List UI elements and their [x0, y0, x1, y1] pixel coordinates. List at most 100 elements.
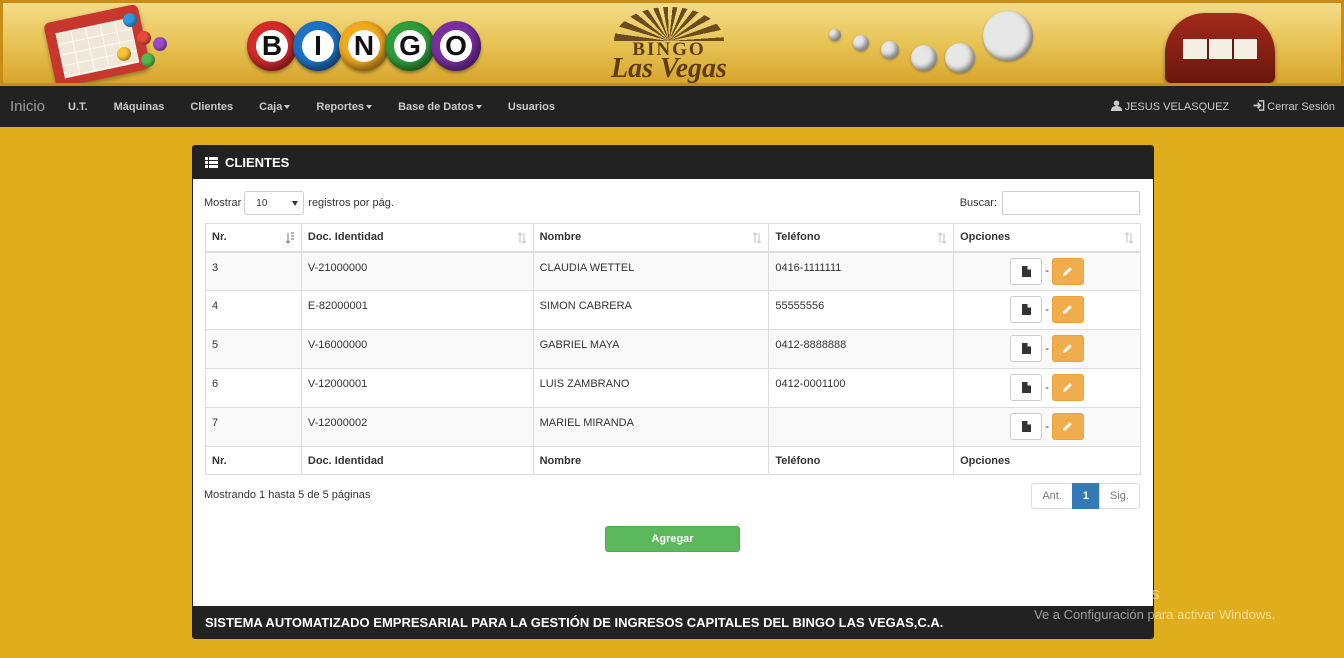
- cell-nr: 7: [205, 407, 302, 447]
- add-client-button[interactable]: Agregar: [605, 526, 740, 552]
- footer-column-nombre: Nombre: [532, 446, 770, 475]
- nav-home-link[interactable]: Inicio: [10, 98, 45, 115]
- bingo-balls-logo: B I N G O: [247, 21, 481, 71]
- file-icon: [1021, 265, 1031, 277]
- edit-client-button[interactable]: [1051, 374, 1084, 401]
- cell-opciones: -: [953, 368, 1141, 408]
- edit-client-button[interactable]: [1051, 257, 1084, 285]
- pencil-icon: [1063, 344, 1073, 353]
- edit-client-button[interactable]: [1051, 335, 1084, 362]
- file-icon: [1021, 343, 1031, 354]
- clients-panel: CLIENTES Mostrar 10 registros por pág. B…: [192, 145, 1154, 639]
- slot-machine-illustration: [1165, 13, 1275, 83]
- logout-icon: [1253, 100, 1265, 111]
- list-icon: [205, 157, 218, 168]
- pagination-next-button[interactable]: Sig.: [1099, 483, 1140, 509]
- sort-icon: [937, 232, 947, 244]
- view-client-button[interactable]: [1010, 257, 1043, 285]
- bingo-ball-g: G: [385, 21, 435, 71]
- edit-client-button[interactable]: [1051, 296, 1084, 323]
- pencil-icon: [1063, 383, 1073, 392]
- nav-item-maquinas[interactable]: Máquinas: [101, 101, 178, 113]
- cell-opciones: -: [953, 251, 1141, 291]
- nav-item-base-de-datos-dropdown[interactable]: Base de Datos: [385, 101, 495, 113]
- nav-item-clientes[interactable]: Clientes: [177, 101, 246, 113]
- clients-table: Nr. Doc. Identidad Nombre Teléfono Opcio…: [205, 223, 1141, 475]
- pagination-prev-button[interactable]: Ant.: [1031, 483, 1073, 509]
- top-navbar: Inicio U.T. Máquinas Clientes Caja Repor…: [0, 86, 1344, 127]
- sort-icon: [1124, 232, 1134, 244]
- windows-activation-watermark: Activar Windows Ve a Configuración para …: [1034, 584, 1275, 622]
- pencil-icon: [1063, 266, 1073, 276]
- cell-telefono: 55555556: [768, 290, 955, 330]
- edit-client-button[interactable]: [1051, 413, 1084, 440]
- cell-nr: 4: [205, 290, 302, 330]
- cell-telefono: [768, 407, 955, 447]
- cell-nombre: MARIEL MIRANDA: [532, 407, 770, 447]
- pagination-page-1[interactable]: 1: [1071, 483, 1101, 509]
- bingo-las-vegas-logo: BINGO Las Vegas: [569, 7, 769, 83]
- nav-item-reportes-dropdown[interactable]: Reportes: [303, 101, 385, 113]
- length-suffix-label: registros por pág.: [308, 197, 394, 209]
- cell-nr: 6: [205, 368, 302, 408]
- table-info: Mostrando 1 hasta 5 de 5 páginas: [204, 489, 371, 501]
- bingo-ball-b: B: [247, 21, 297, 71]
- nav-logout[interactable]: Cerrar Sesión: [1241, 100, 1344, 113]
- nav-item-ut[interactable]: U.T.: [55, 101, 101, 113]
- view-client-button[interactable]: [1010, 413, 1043, 440]
- table-row: 5 V-16000000 GABRIEL MAYA 0412-8888888 -: [205, 329, 1141, 369]
- bingo-ball-n: N: [339, 21, 389, 71]
- page-length-select[interactable]: 10: [244, 191, 305, 215]
- lottery-balls-illustration: [823, 11, 1073, 81]
- column-header-opciones[interactable]: Opciones: [953, 223, 1141, 253]
- search-label: Buscar:: [959, 197, 997, 209]
- table-row: 3 V-21000000 CLAUDIA WETTEL 0416-1111111…: [205, 251, 1141, 291]
- panel-footer: SISTEMA AUTOMATIZADO EMPRESARIAL PARA LA…: [193, 606, 1153, 638]
- cell-nr: 3: [205, 251, 302, 291]
- bingo-ball-i: I: [293, 21, 343, 71]
- panel-title: CLIENTES: [225, 155, 290, 170]
- view-client-button[interactable]: [1010, 335, 1043, 362]
- nav-user-profile[interactable]: JESUS VELASQUEZ: [1099, 100, 1242, 113]
- footer-column-doc-identidad: Doc. Identidad: [300, 446, 534, 475]
- cell-nombre: LUIS ZAMBRANO: [532, 368, 770, 408]
- file-icon: [1021, 304, 1031, 315]
- caret-down-icon: [475, 104, 482, 109]
- panel-heading: CLIENTES: [193, 146, 1153, 179]
- footer-column-telefono: Teléfono: [768, 446, 955, 475]
- sort-ascending-icon: [285, 232, 294, 244]
- view-client-button[interactable]: [1010, 296, 1043, 323]
- column-header-doc-identidad[interactable]: Doc. Identidad: [300, 223, 534, 253]
- cell-doc: V-12000001: [300, 368, 534, 408]
- sort-icon: [517, 232, 527, 244]
- cell-nombre: CLAUDIA WETTEL: [532, 251, 770, 291]
- cell-opciones: -: [953, 290, 1141, 330]
- cell-nr: 5: [205, 329, 302, 369]
- pencil-icon: [1063, 422, 1073, 431]
- nav-item-caja-dropdown[interactable]: Caja: [246, 101, 303, 113]
- view-client-button[interactable]: [1010, 374, 1043, 401]
- footer-column-nr: Nr.: [205, 446, 302, 475]
- column-header-telefono[interactable]: Teléfono: [768, 223, 955, 253]
- pencil-icon: [1063, 305, 1073, 314]
- caret-down-icon: [366, 104, 373, 109]
- file-icon: [1021, 382, 1031, 393]
- chevron-down-icon: [292, 200, 299, 206]
- cell-telefono: 0416-1111111: [768, 251, 955, 291]
- cell-nombre: GABRIEL MAYA: [532, 329, 770, 369]
- page-length-control: Mostrar 10 registros por pág.: [204, 191, 394, 215]
- watermark-line2: Ve a Configuración para activar Windows.: [1034, 607, 1276, 622]
- table-row: 6 V-12000001 LUIS ZAMBRANO 0412-0001100 …: [205, 368, 1141, 408]
- footer-column-opciones: Opciones: [953, 446, 1141, 475]
- column-header-nombre[interactable]: Nombre: [532, 223, 770, 253]
- table-row: 7 V-12000002 MARIEL MIRANDA -: [205, 407, 1141, 447]
- nav-item-usuarios[interactable]: Usuarios: [495, 101, 568, 113]
- search-control: Buscar:: [960, 191, 1140, 215]
- watermark-line1: Activar Windows: [1034, 584, 1160, 603]
- cell-doc: V-12000002: [300, 407, 534, 447]
- search-input[interactable]: [1002, 191, 1140, 215]
- sort-icon: [752, 232, 762, 244]
- user-icon: [1110, 100, 1122, 111]
- column-header-nr[interactable]: Nr.: [205, 223, 302, 253]
- file-icon: [1021, 421, 1031, 432]
